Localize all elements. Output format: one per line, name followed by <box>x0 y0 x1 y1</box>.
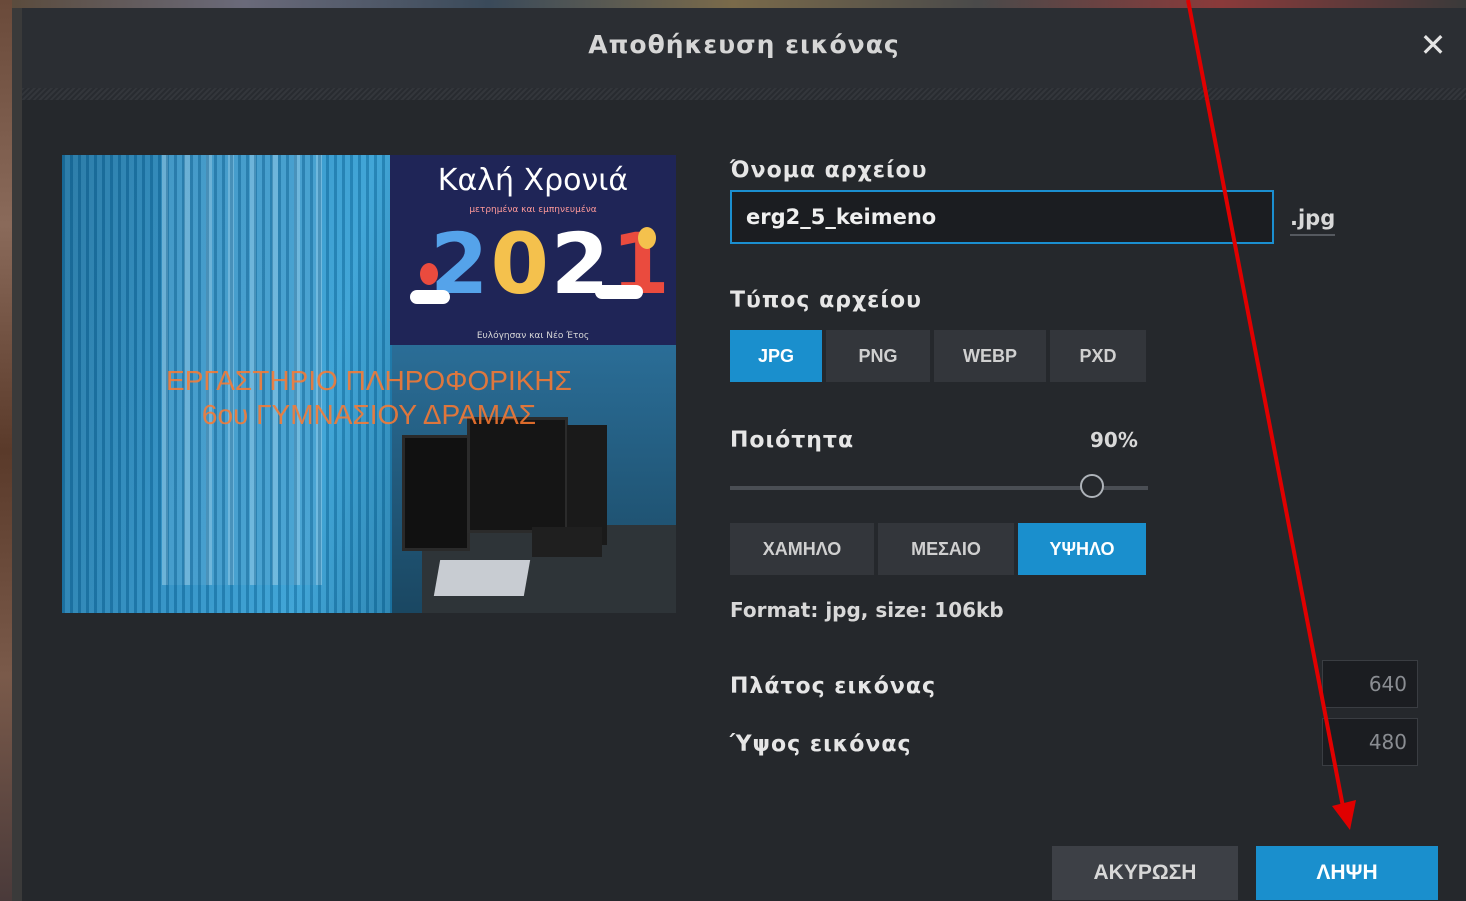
new-year-card: Καλή Χρονιά μετρημένα και εμπηνευμένα 20… <box>390 155 676 345</box>
quality-slider-thumb[interactable] <box>1080 474 1104 498</box>
preview-monitor <box>402 435 470 551</box>
quality-low-button[interactable]: ΧΑΜΗΛΟ <box>730 523 874 575</box>
height-label: Ύψος εικόνας <box>730 732 912 757</box>
quality-medium-button[interactable]: ΜΕΣΑΙΟ <box>878 523 1014 575</box>
dialog-header: Αποθήκευση εικόνας ✕ <box>22 8 1466 88</box>
image-preview: Καλή Χρονιά μετρημένα και εμπηνευμένα 20… <box>62 155 676 613</box>
filetype-jpg-button[interactable]: JPG <box>730 330 822 382</box>
width-input[interactable] <box>1322 660 1418 708</box>
overlay-text-line1: ΕΡΓΑΣΤΗΡΙΟ ΠΛΗΡΟΦΟΡΙΚΗΣ <box>166 365 572 396</box>
card-subtitle: μετρημένα και εμπηνευμένα <box>469 205 597 215</box>
quality-preset-selector: ΧΑΜΗΛΟ ΜΕΣΑΙΟ ΥΨΗΛΟ <box>730 523 1146 575</box>
card-cloud <box>410 290 450 304</box>
filetype-label: Τύπος αρχείου <box>730 288 922 313</box>
filetype-pxd-button[interactable]: PXD <box>1050 330 1146 382</box>
preview-keyboard <box>532 527 602 557</box>
card-balloon <box>420 263 438 285</box>
dialog-title: Αποθήκευση εικόνας <box>588 30 900 59</box>
preview-keyboard <box>433 560 531 596</box>
filename-input[interactable] <box>730 190 1274 244</box>
filetype-png-button[interactable]: PNG <box>826 330 930 382</box>
quality-value: 90% <box>1090 428 1138 452</box>
close-icon[interactable]: ✕ <box>1418 29 1448 61</box>
filename-label: Όνομα αρχείου <box>730 158 928 183</box>
filetype-selector: JPG PNG WEBP PXD <box>730 330 1146 382</box>
year-digit: 0 <box>490 215 551 313</box>
download-button[interactable]: ΛΗΨΗ <box>1256 846 1438 900</box>
cancel-button[interactable]: ΑΚΥΡΩΣΗ <box>1052 846 1238 900</box>
preview-monitor <box>467 417 568 533</box>
save-image-dialog: Αποθήκευση εικόνας ✕ Καλή Χρονιά μετρημέ… <box>22 8 1466 901</box>
quality-label: Ποιότητα <box>730 428 855 453</box>
background-strip <box>0 0 1466 8</box>
header-divider <box>22 88 1466 100</box>
file-extension: .jpg <box>1290 206 1336 236</box>
overlay-text-line2: 6ου ΓΥΜΝΑΣΙΟΥ ΔΡΑΜΑΣ <box>201 399 537 430</box>
format-info: Format: jpg, size: 106kb <box>730 598 1004 622</box>
height-input[interactable] <box>1322 718 1418 766</box>
quality-high-button[interactable]: ΥΨΗΛΟ <box>1018 523 1146 575</box>
filetype-webp-button[interactable]: WEBP <box>934 330 1046 382</box>
card-balloon <box>638 227 656 249</box>
card-cloud <box>595 285 643 299</box>
card-footer: Ευλόγησαν και Νέο Έτος <box>476 331 590 341</box>
width-label: Πλάτος εικόνας <box>730 674 937 699</box>
background-left-edge <box>0 0 12 901</box>
card-title: Καλή Χρονιά <box>437 163 629 198</box>
